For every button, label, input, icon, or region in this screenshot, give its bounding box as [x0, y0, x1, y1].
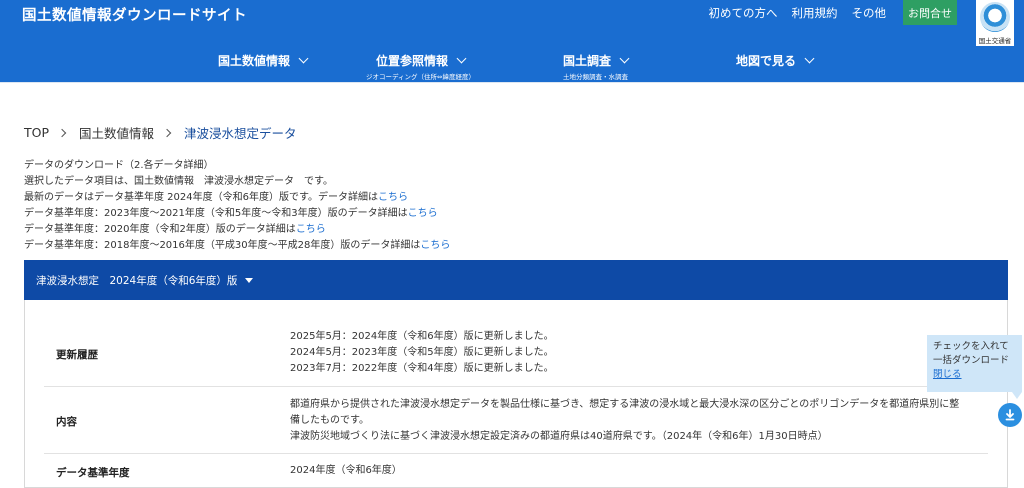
top-links: 初めての方へ 利用規約 その他: [709, 5, 887, 21]
tooltip-pointer: [1012, 392, 1022, 399]
nav-label: 位置参照情報: [375, 54, 448, 68]
nav-sublabel: 土地分類調査・水調査: [563, 73, 628, 81]
content-line: 津波防災地域づくり法に基づく津波浸水想定設定済みの都道府県は40道府県です。（2…: [290, 431, 828, 442]
breadcrumb-kokudo-suuchi[interactable]: 国土数値情報: [79, 123, 154, 142]
row-value: 2024年度（令和6年度）: [290, 465, 402, 476]
history-line: 2023年7月：2022年度（令和4年度）版に更新しました。: [290, 363, 554, 374]
chevron-right-icon: [57, 128, 67, 137]
row-label: 更新履歴: [56, 349, 98, 361]
update-history-row: 更新履歴 2025年5月：2024年度（令和6年度）版に更新しました。 2024…: [44, 326, 988, 387]
bulk-download-button[interactable]: [998, 403, 1022, 427]
nav-ichi-sansho[interactable]: 位置参照情報 ジオコーディング（住所⇔緯度経度）: [366, 50, 475, 81]
version-dropdown[interactable]: 津波浸水想定 2024年度（令和6年度）版: [24, 260, 1008, 300]
close-tooltip-link[interactable]: 閉じる: [933, 368, 1016, 382]
tooltip-line: チェックを入れて: [933, 341, 1009, 352]
breadcrumb: TOP 国土数値情報 津波浸水想定データ: [24, 123, 297, 142]
nav-label: 国土調査: [563, 54, 612, 68]
nav-label: 国土数値情報: [218, 54, 291, 68]
history-line: 2024年5月：2023年度（令和5年度）版に更新しました。: [290, 347, 554, 358]
chevron-down-icon: [456, 53, 467, 64]
content-line: 都道府県から提供された津波浸水想定データを製品仕様に基づき、想定する津波の浸水域…: [290, 399, 960, 410]
terms-link[interactable]: 利用規約: [792, 5, 838, 21]
nav-map-view[interactable]: 地図で見る: [736, 50, 815, 69]
contact-button[interactable]: お問合せ: [903, 0, 957, 25]
site-header: 国土数値情報ダウンロードサイト 初めての方へ 利用規約 その他 お問合せ 国土交…: [0, 0, 1024, 82]
other-link[interactable]: その他: [852, 5, 887, 21]
chevron-down-icon: [804, 53, 815, 64]
mlit-logo[interactable]: 国土交通省: [976, 0, 1014, 46]
row-value: 2025年5月：2024年度（令和6年度）版に更新しました。 2024年5月：2…: [290, 329, 554, 377]
caret-down-icon: [245, 277, 254, 283]
row-label: データ基準年度: [56, 467, 130, 479]
nav-kokudo-suuchi[interactable]: 国土数値情報: [218, 50, 309, 69]
intro-line: データ基準年度：2018年度〜2016年度（平成30年度〜平成28年度）版のデー…: [24, 240, 421, 251]
base-year-row: データ基準年度 2024年度（令和6年度）: [44, 454, 988, 488]
chevron-down-icon: [298, 53, 309, 64]
mlit-emblem-icon: [980, 2, 1010, 32]
intro-line: 最新のデータはデータ基準年度 2024年度（令和6年度）版です。データ詳細は: [24, 192, 378, 203]
intro-line: データのダウンロード（2.各データ詳細）: [24, 160, 214, 171]
row-label: 内容: [56, 416, 77, 428]
content-row: 内容 都道府県から提供された津波浸水想定データを製品仕様に基づき、想定する津波の…: [44, 387, 988, 454]
tooltip-line: 一括ダウンロード: [933, 355, 1010, 366]
history-line: 2025年5月：2024年度（令和6年度）版に更新しました。: [290, 331, 554, 342]
beginners-link[interactable]: 初めての方へ: [709, 5, 778, 21]
latest-detail-link[interactable]: こちら: [378, 192, 408, 203]
chevron-right-icon: [162, 128, 172, 137]
breadcrumb-top[interactable]: TOP: [24, 125, 49, 140]
row-value: 都道府県から提供された津波浸水想定データを製品仕様に基づき、想定する津波の浸水域…: [290, 397, 959, 445]
logo-caption: 国土交通省: [978, 37, 1012, 45]
detail-link-2020[interactable]: こちら: [296, 224, 326, 235]
nav-sublabel: ジオコーディング（住所⇔緯度経度）: [366, 73, 475, 81]
intro-line: データ基準年度：2023年度〜2021年度（令和5年度〜令和3年度）版のデータ詳…: [24, 208, 408, 219]
nav-label: 地図で見る: [736, 54, 797, 68]
detail-link-2023-2021[interactable]: こちら: [408, 208, 438, 219]
intro-line: 選択したデータ項目は、国土数値情報 津波浸水想定データ です。: [24, 176, 333, 187]
breadcrumb-current: 津波浸水想定データ: [184, 126, 297, 141]
bulk-download-tooltip: チェックを入れて 一括ダウンロード 閉じる: [927, 335, 1022, 392]
intro-line: データ基準年度：2020年度（令和2年度）版のデータ詳細は: [24, 224, 296, 235]
chevron-down-icon: [619, 53, 630, 64]
panel-title: 津波浸水想定 2024年度（令和6年度）版: [36, 274, 238, 287]
header-divider: [0, 82, 1024, 83]
site-title[interactable]: 国土数値情報ダウンロードサイト: [22, 4, 247, 25]
detail-link-2018-2016[interactable]: こちら: [420, 240, 450, 251]
intro-text: データのダウンロード（2.各データ詳細） 選択したデータ項目は、国土数値情報 津…: [24, 158, 450, 254]
download-icon: [1005, 409, 1015, 421]
nav-kokudo-chousa[interactable]: 国土調査 土地分類調査・水調査: [563, 50, 630, 81]
content-line: 備したものです。: [290, 415, 369, 426]
